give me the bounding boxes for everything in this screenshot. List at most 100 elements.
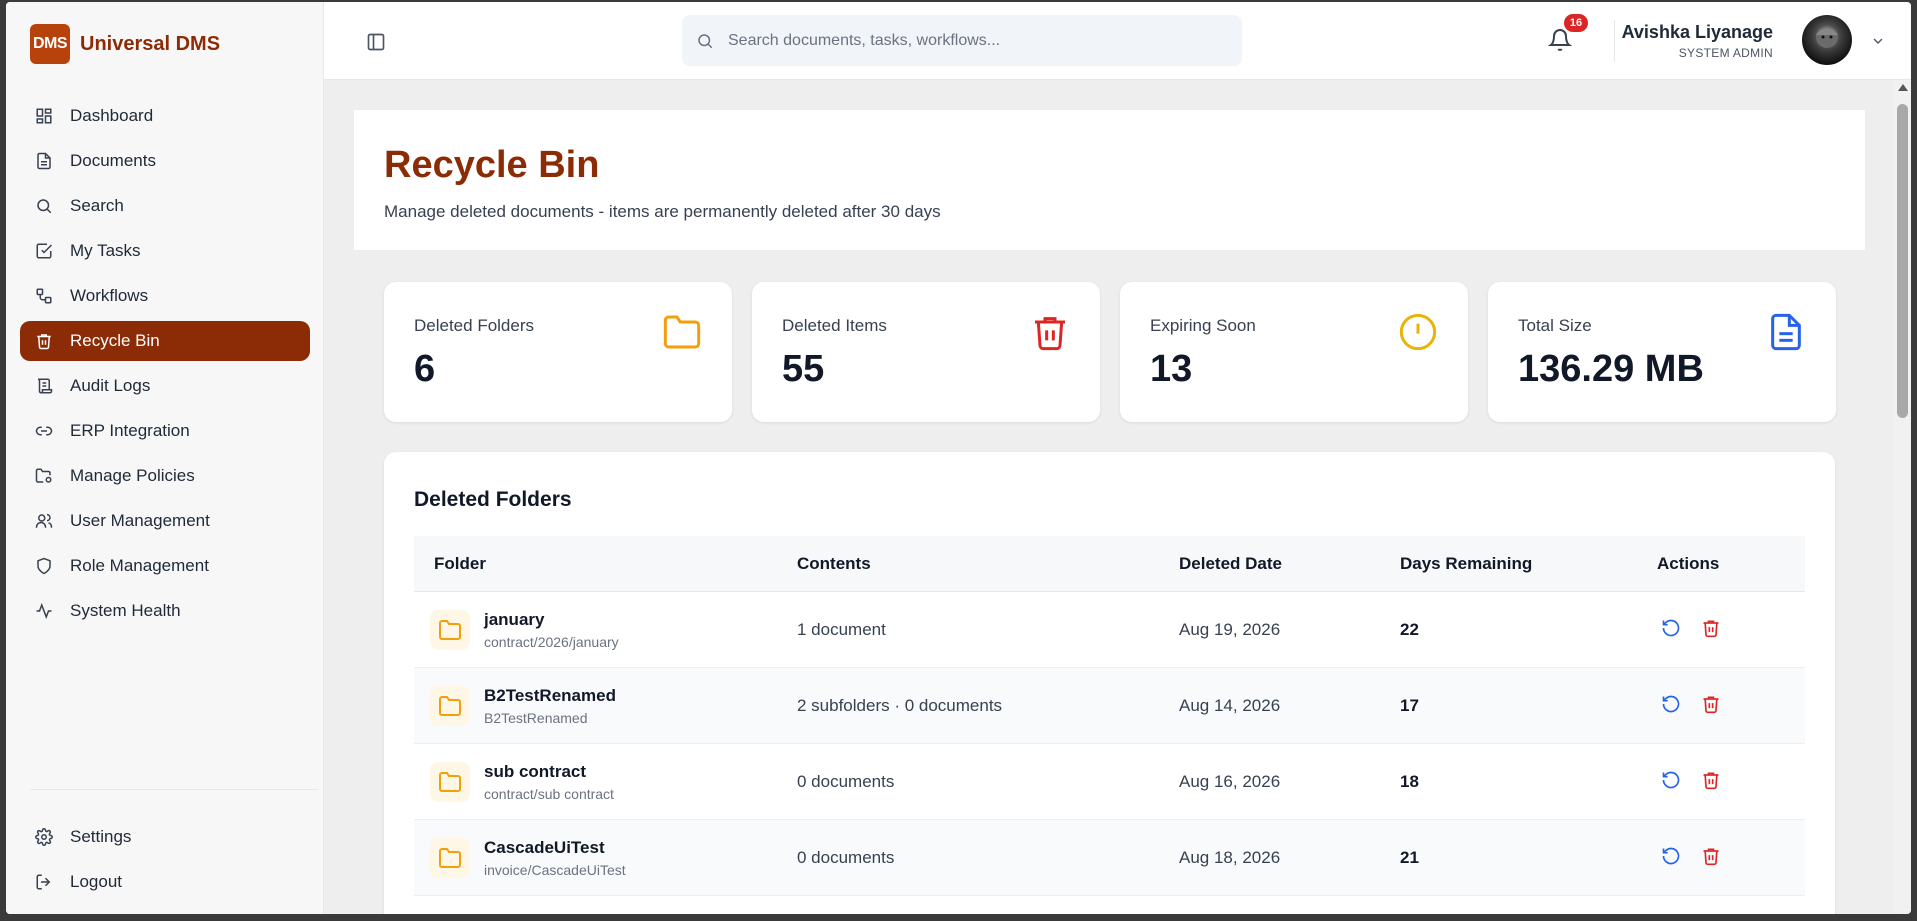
page-subtitle: Manage deleted documents - items are per… (384, 202, 941, 221)
page-scrollbar[interactable] (1894, 80, 1911, 914)
column-header-contents[interactable]: Contents (797, 554, 871, 574)
brand[interactable]: DMS Universal DMS (30, 24, 220, 64)
stat-label: Total Size (1518, 316, 1592, 335)
sidebar-item-label: Role Management (70, 556, 209, 575)
sidebar-toggle-icon[interactable] (366, 32, 386, 52)
sidebar-item-label: Search (70, 196, 124, 215)
section-title: Deleted Folders (414, 488, 572, 511)
restore-icon[interactable] (1661, 770, 1683, 792)
app-window: DMS Universal DMS Dashboard Documents Se… (6, 2, 1911, 914)
column-header-deleted-date[interactable]: Deleted Date (1179, 554, 1282, 574)
document-icon (34, 151, 54, 171)
bell-icon[interactable] (1547, 28, 1573, 52)
stat-value: 55 (782, 348, 825, 390)
sidebar-item-recycle-bin[interactable]: Recycle Bin (20, 321, 310, 361)
deleted-date: Aug 16, 2026 (1179, 772, 1281, 791)
stat-label: Expiring Soon (1150, 316, 1256, 335)
table-row[interactable]: sub contract contract/sub contract 0 doc… (414, 744, 1805, 820)
restore-icon[interactable] (1661, 618, 1683, 640)
checkbox-icon (34, 241, 54, 261)
workflow-icon (34, 286, 54, 306)
sidebar-nav: Dashboard Documents Search My Tasks Work… (20, 96, 310, 636)
stat-label: Deleted Folders (414, 316, 535, 335)
file-text-icon (1766, 312, 1806, 352)
sidebar-item-label: User Management (70, 511, 210, 530)
sidebar-item-erp-integration[interactable]: ERP Integration (20, 411, 310, 451)
sidebar-item-workflows[interactable]: Workflows (20, 276, 310, 316)
folder-icon (430, 610, 470, 650)
sidebar-item-search[interactable]: Search (20, 186, 310, 226)
column-header-folder[interactable]: Folder (434, 554, 486, 574)
notification-badge: 16 (1564, 14, 1588, 32)
user-role: SYSTEM ADMIN (1678, 46, 1773, 60)
search-icon (696, 32, 714, 50)
stat-value: 13 (1150, 348, 1193, 390)
sidebar-item-label: Manage Policies (70, 466, 195, 485)
brand-name: Universal DMS (80, 32, 221, 55)
deleted-folders-card: Deleted Folders Folder Contents Deleted … (384, 452, 1835, 914)
alert-circle-icon (1398, 312, 1438, 352)
deleted-date: Aug 14, 2026 (1179, 696, 1281, 715)
table-row[interactable]: CascadeUiTest invoice/CascadeUiTest 0 do… (414, 820, 1805, 896)
deleted-date: Aug 19, 2026 (1179, 620, 1281, 639)
stat-label: Deleted Items (782, 316, 887, 335)
delete-permanently-icon[interactable] (1701, 770, 1723, 792)
table-row[interactable]: january contract/2026/january 1 document… (414, 592, 1805, 668)
sidebar-item-manage-policies[interactable]: Manage Policies (20, 456, 310, 496)
sidebar-item-label: Recycle Bin (70, 331, 160, 350)
sidebar-item-role-management[interactable]: Role Management (20, 546, 310, 586)
sidebar-item-label: Workflows (70, 286, 149, 305)
sidebar-item-audit-logs[interactable]: Audit Logs (20, 366, 310, 406)
page-header: Recycle Bin Manage deleted documents - i… (354, 110, 1865, 250)
sidebar-item-label: Dashboard (70, 106, 154, 125)
sidebar-item-settings[interactable]: Settings (20, 817, 310, 857)
sidebar-item-label: Settings (70, 827, 132, 846)
avatar[interactable] (1802, 15, 1852, 65)
stat-value: 136.29 MB (1518, 348, 1704, 390)
folder-contents: 0 documents (797, 848, 895, 867)
chevron-down-icon[interactable] (1870, 33, 1886, 49)
restore-icon[interactable] (1661, 846, 1683, 868)
sidebar-item-dashboard[interactable]: Dashboard (20, 96, 310, 136)
table-row[interactable]: B2TestRenamed B2TestRenamed 2 subfolders… (414, 668, 1805, 744)
stat-card-expiring-soon: Expiring Soon 13 (1120, 282, 1468, 422)
link-icon (34, 421, 54, 441)
days-remaining: 17 (1400, 696, 1419, 715)
sidebar-item-label: Documents (70, 151, 156, 170)
stat-value: 6 (414, 348, 436, 390)
sidebar-item-documents[interactable]: Documents (20, 141, 310, 181)
folder-contents: 1 document (797, 620, 886, 639)
global-search[interactable] (682, 15, 1242, 66)
sidebar-item-my-tasks[interactable]: My Tasks (20, 231, 310, 271)
main-content: Recycle Bin Manage deleted documents - i… (324, 80, 1911, 914)
user-name[interactable]: Avishka Liyanage (1622, 22, 1773, 43)
folder-path: B2TestRenamed (484, 710, 588, 726)
sidebar-item-system-health[interactable]: System Health (20, 591, 310, 631)
sidebar-item-user-management[interactable]: User Management (20, 501, 310, 541)
delete-permanently-icon[interactable] (1701, 618, 1723, 640)
scroll-up-arrow[interactable] (1898, 84, 1908, 91)
delete-permanently-icon[interactable] (1701, 846, 1723, 868)
delete-permanently-icon[interactable] (1701, 694, 1723, 716)
folder-icon (430, 838, 470, 878)
column-header-days-remaining[interactable]: Days Remaining (1400, 554, 1532, 574)
days-remaining: 21 (1400, 848, 1419, 867)
search-input[interactable] (728, 31, 1208, 50)
folder-path: contract/2026/january (484, 634, 619, 650)
sidebar-item-label: Logout (70, 872, 122, 891)
shield-icon (34, 556, 54, 576)
folder-name: CascadeUiTest (484, 838, 605, 857)
restore-icon[interactable] (1661, 694, 1683, 716)
trash-icon (34, 331, 54, 351)
folder-contents: 2 subfolders · 0 documents (797, 696, 1003, 715)
stat-card-total-size: Total Size 136.29 MB (1488, 282, 1836, 422)
sidebar-item-logout[interactable]: Logout (20, 862, 310, 902)
scrollbar-thumb[interactable] (1897, 104, 1908, 418)
folder-contents: 0 documents (797, 772, 895, 791)
stat-card-deleted-items: Deleted Items 55 (752, 282, 1100, 422)
days-remaining: 18 (1400, 772, 1419, 791)
sidebar-item-label: ERP Integration (70, 421, 190, 440)
days-remaining: 22 (1400, 620, 1419, 639)
deleted-date: Aug 18, 2026 (1179, 848, 1281, 867)
sidebar-item-label: Audit Logs (70, 376, 151, 395)
